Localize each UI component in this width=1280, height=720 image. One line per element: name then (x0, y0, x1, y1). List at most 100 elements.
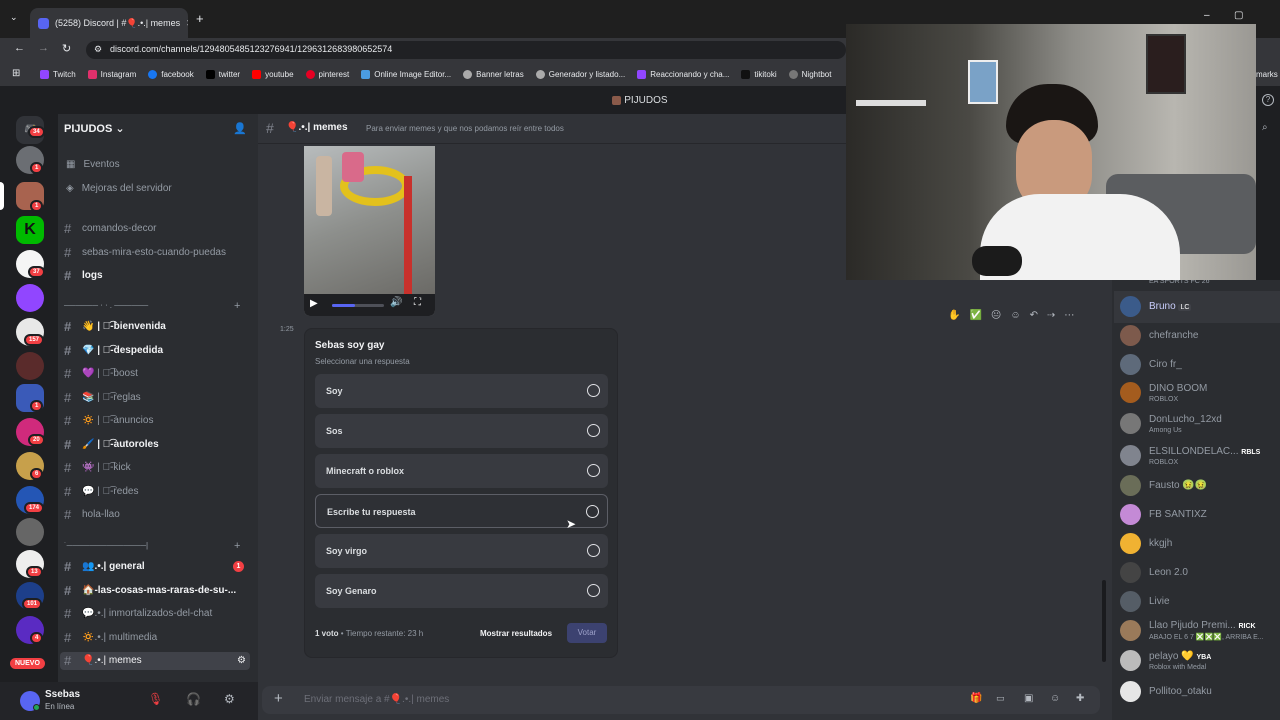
channel-kick[interactable]: # 👾 | ꒰͡-kick (64, 461, 131, 474)
youtube-icon (252, 69, 262, 79)
bookmark-tikitoki[interactable]: tikitoki (741, 69, 777, 79)
emoji-reaction-icon[interactable]: 😐 (991, 310, 1001, 321)
poll-option[interactable]: Minecraft o roblox (315, 454, 608, 488)
bookmark-youtube[interactable]: youtube (252, 69, 294, 79)
add-channel-icon[interactable]: + (234, 300, 240, 312)
member-name: Fausto 🤢🤢 (1149, 480, 1208, 491)
poll-option[interactable]: Soy Genaro (315, 574, 608, 608)
play-icon[interactable]: ▶ (310, 298, 318, 309)
apps-icon[interactable]: ✚ (1076, 693, 1084, 704)
maximize-icon[interactable]: ▢ (1234, 10, 1243, 21)
show-results-button[interactable]: Mostrar resultados (480, 629, 552, 638)
attach-plus-icon[interactable]: + (274, 690, 283, 707)
bookmark-reaccionando[interactable]: Reaccionando y cha... (637, 69, 729, 79)
bookmark-twitter[interactable]: twitter (205, 69, 240, 79)
invite-icon[interactable]: 👤 (233, 122, 247, 135)
radio-button[interactable] (587, 544, 600, 557)
radio-button[interactable] (586, 505, 599, 518)
user-settings-icon[interactable]: ⚙ (224, 692, 235, 706)
address-bar[interactable]: ⚙ discord.com/channels/12948054851232769… (86, 41, 846, 59)
bookmark-nightbot[interactable]: Nightbot (788, 69, 831, 79)
video-embed[interactable]: ▶ 🔊 ⛶ (304, 146, 435, 316)
tab-list-icon[interactable]: ⌄ (10, 12, 18, 23)
avatar (1120, 475, 1141, 496)
fullscreen-icon[interactable]: ⛶ (414, 297, 421, 308)
channel-multimedia[interactable]: # 🔅.•.| multimedia (64, 631, 157, 644)
channel-sebas-mira[interactable]: # sebas-mira-esto-cuando-puedas (64, 246, 226, 259)
headphones-icon[interactable]: 🎧 (186, 692, 201, 706)
bookmark-banner[interactable]: Banner letras (463, 69, 524, 79)
server-icon-11[interactable] (16, 518, 44, 546)
channel-settings-icon[interactable]: ⚙ (237, 655, 246, 667)
server-icon-kick[interactable]: K (16, 216, 44, 244)
radio-button[interactable] (587, 424, 600, 437)
new-badge[interactable]: NUEVO (10, 658, 45, 669)
avatar (1120, 504, 1141, 525)
raised-hand-reaction-icon[interactable]: ✋ (948, 310, 960, 321)
reply-icon[interactable]: ↶ (1030, 310, 1038, 321)
bookmark-image-editor[interactable]: Online Image Editor... (361, 69, 451, 79)
bookmark-pinterest[interactable]: pinterest (305, 69, 349, 79)
more-options-icon[interactable]: ⋯ (1064, 310, 1074, 321)
bookmark-generador[interactable]: Generador y listado... (535, 69, 625, 79)
poll-option[interactable]: Soy (315, 374, 608, 408)
guild-name-header[interactable]: PIJUDOS ⌄ (64, 122, 125, 135)
channel-topic[interactable]: Para enviar memes y que nos podamos reír… (366, 124, 564, 133)
radio-button[interactable] (587, 384, 600, 397)
category-header-2[interactable]: ˙──────────────| (64, 541, 148, 550)
radio-button[interactable] (587, 464, 600, 477)
channel-general[interactable]: # 👥.•.| general (64, 560, 145, 573)
mute-mic-icon[interactable]: 🎙 (148, 692, 163, 706)
channel-reglas[interactable]: # 📚 | ꒰͡-reglas (64, 391, 141, 404)
close-tab-icon[interactable]: ✕ (186, 18, 188, 29)
minimize-icon[interactable]: – (1204, 10, 1210, 21)
add-channel-icon[interactable]: + (234, 540, 240, 552)
volume-icon[interactable]: 🔊 (390, 297, 402, 308)
server-boost-item[interactable]: ◈ Mejoras del servidor (66, 183, 172, 194)
events-item[interactable]: ▦ Eventos (66, 159, 120, 170)
apps-icon[interactable]: ⊞ (12, 68, 20, 79)
channel-despedida[interactable]: # 💎 | ꒰͡-despedida (64, 344, 163, 357)
member-list-scrollbar[interactable] (1102, 580, 1106, 662)
forward-icon[interactable]: → (38, 42, 49, 54)
browser-tab[interactable]: (5258) Discord | #🎈.•.| memes ✕ (30, 8, 188, 38)
channel-logs[interactable]: # logs (64, 269, 103, 282)
category-header-1[interactable]: ────── ⋅ ⋅ . ────── (64, 301, 148, 310)
poll-option[interactable]: Sos (315, 414, 608, 448)
vote-button[interactable]: Votar (567, 623, 607, 643)
server-icon-twitch[interactable] (16, 284, 44, 312)
channel-comandos-decor[interactable]: # comandos-decor (64, 222, 156, 235)
channel-anuncios[interactable]: # 🔅 | ꒰͡-anuncios (64, 414, 153, 427)
site-info-icon[interactable]: ⚙ (94, 44, 102, 55)
check-reaction-icon[interactable]: ✅ (969, 310, 981, 321)
new-tab-icon[interactable]: + (196, 11, 204, 26)
back-icon[interactable]: ← (14, 42, 25, 54)
channel-memes-selected[interactable]: # 🎈.•.| memes ⚙ (60, 652, 250, 670)
radio-button[interactable] (587, 584, 600, 597)
help-icon[interactable]: ? (1262, 94, 1274, 106)
forward-icon[interactable]: ⇢ (1047, 310, 1055, 321)
bookmark-instagram[interactable]: Instagram (87, 69, 136, 79)
channel-bienvenida[interactable]: # 👋 | ꒰͡-bienvenida (64, 320, 166, 333)
channel-hola-llao[interactable]: # hola-llao (64, 508, 120, 521)
gift-icon[interactable]: 🎁 (970, 693, 982, 704)
bookmark-twitch[interactable]: Twitch (40, 69, 76, 79)
channel-autoroles[interactable]: # 🖌️ | ꒰͡-autoroles (64, 438, 159, 451)
gif-icon[interactable]: ▭ (996, 693, 1005, 704)
poll-option[interactable]: Soy virgo (315, 534, 608, 568)
all-bookmarks-label[interactable]: marks (1256, 70, 1278, 79)
channel-las-cosas-raras[interactable]: # 🏠-las-cosas-mas-raras-de-su-... (64, 584, 236, 597)
reload-icon[interactable]: ↻ (62, 42, 71, 55)
sticker-icon[interactable]: ▣ (1024, 693, 1033, 704)
channel-redes[interactable]: # 💬 | ꒰͡-redes (64, 485, 138, 498)
bookmark-facebook[interactable]: facebook (148, 69, 194, 79)
message-composer[interactable]: + Enviar mensaje a #🎈.•.| memes 🎁 ▭ ▣ ☺ … (262, 686, 1100, 714)
add-reaction-icon[interactable]: ☺ (1010, 310, 1020, 321)
server-icon-6[interactable] (16, 352, 44, 380)
channel-inmortalizados[interactable]: # 💬.•.| inmortalizados-del-chat (64, 607, 212, 620)
video-progress[interactable] (332, 304, 384, 307)
emoji-icon[interactable]: ☺ (1050, 693, 1060, 704)
poll-option-hovered[interactable]: Escribe tu respuesta (315, 494, 608, 528)
search-icon[interactable]: ⌕ (1262, 122, 1268, 133)
channel-boost[interactable]: # 💜 | ꒰͡-boost (64, 367, 138, 380)
